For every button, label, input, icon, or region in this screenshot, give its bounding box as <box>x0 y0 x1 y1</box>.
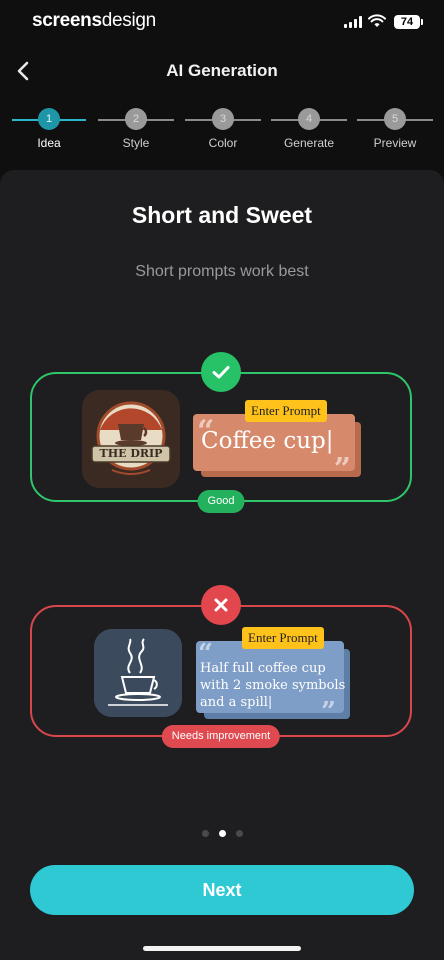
coffee-logo-image: THE DRIP <box>82 390 180 488</box>
page-dot[interactable] <box>235 830 243 837</box>
step-number: 1 <box>38 108 60 130</box>
signal-icon <box>344 16 362 28</box>
prompt-card: “ ” Coffee cup| Enter Prompt <box>193 400 361 487</box>
enter-prompt-tag: Enter Prompt <box>242 627 324 649</box>
brand-watermark: screensdesign <box>32 10 156 32</box>
logo-text: THE DRIP <box>99 447 163 460</box>
close-quote-icon: ” <box>333 452 351 487</box>
battery-indicator: 74 <box>394 15 423 29</box>
step-label: Idea <box>37 136 61 150</box>
brand-regular: design <box>101 10 157 31</box>
enter-prompt-tag: Enter Prompt <box>245 400 327 422</box>
good-example-card: THE DRIP “ ” Coffee cup| Enter Prompt Go… <box>30 352 412 513</box>
tip-title: Short and Sweet <box>131 202 313 228</box>
home-indicator <box>143 946 301 951</box>
step-number: 2 <box>125 108 147 130</box>
page-dot-active[interactable] <box>218 830 226 837</box>
prompt-text: Half full coffee cup with 2 smoke symbol… <box>200 661 346 710</box>
prompt-text: Coffee cup| <box>201 428 334 454</box>
needs-improvement-label: Needs improvement <box>161 725 281 748</box>
bad-example-card: “ ” Half full coffee cup with 2 smoke sy… <box>30 585 412 748</box>
wifi-icon <box>368 14 386 27</box>
step-label: Style <box>122 136 150 150</box>
pagination-dots <box>0 830 444 837</box>
next-button[interactable]: Next <box>30 865 414 915</box>
step-label: Preview <box>373 136 417 150</box>
step-label: Generate <box>283 136 335 150</box>
step-number: 4 <box>298 108 320 130</box>
page-title: AI Generation <box>166 61 278 80</box>
step-number: 3 <box>212 108 234 130</box>
prompt-card: “ ” Half full coffee cup with 2 smoke sy… <box>196 627 350 727</box>
content-panel <box>0 170 444 960</box>
brand-bold: screens <box>32 10 102 31</box>
check-icon <box>201 352 241 392</box>
step-label: Color <box>208 136 238 150</box>
status-bar: screensdesign 74 <box>0 0 444 44</box>
good-label: Good <box>197 490 245 513</box>
step-number: 5 <box>384 108 406 130</box>
page-dot[interactable] <box>201 830 209 837</box>
coffee-cup-sketch-image <box>94 629 182 717</box>
step-indicator: 1 Idea 2 Style 3 Color 4 Generate 5 Prev… <box>0 108 444 154</box>
app-header: AI Generation <box>0 48 444 94</box>
x-icon <box>201 585 241 625</box>
tip-subtitle: Short prompts work best <box>135 263 309 280</box>
